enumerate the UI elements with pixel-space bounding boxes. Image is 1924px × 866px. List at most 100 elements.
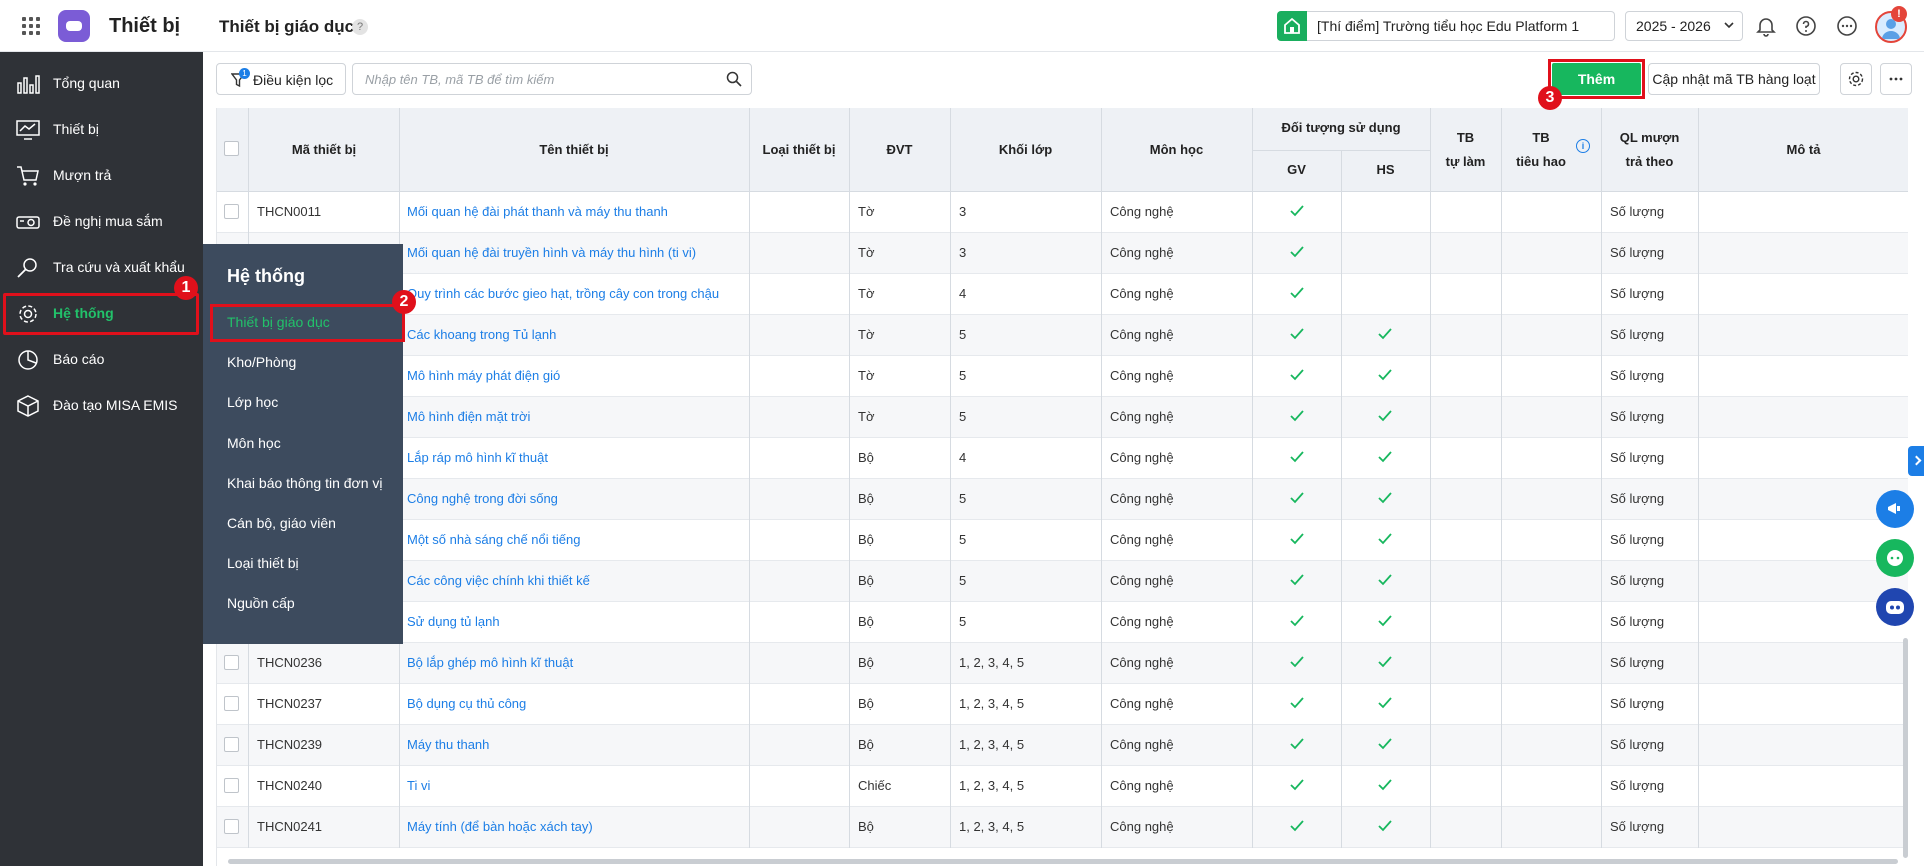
- page-help-icon[interactable]: ?: [352, 19, 368, 35]
- table-row[interactable]: THCN0241 Máy tính (để bàn hoặc xách tay) B…: [217, 807, 1908, 848]
- row-checkbox[interactable]: [224, 737, 239, 752]
- flyout-item-device-type[interactable]: Loại thiết bị: [227, 555, 299, 571]
- search-icon[interactable]: [726, 71, 742, 87]
- sidebar-item-lookup-export[interactable]: Tra cứu và xuất khẩu: [0, 245, 203, 291]
- table-row[interactable]: THCN0239 Máy thu thanh Bộ 1, 2, 3, 4, 5 Công…: [217, 725, 1908, 766]
- year-selector[interactable]: 2025 - 2026: [1625, 11, 1743, 41]
- bulk-update-button[interactable]: Cập nhật mã TB hàng loạt: [1648, 63, 1820, 95]
- more-circle-icon[interactable]: [1836, 15, 1858, 37]
- hs-check-icon: [1377, 818, 1393, 837]
- col-unit: ĐVT: [886, 142, 913, 157]
- sidebar-item-purchase-request[interactable]: Đề nghị mua sắm: [0, 199, 203, 245]
- table-row[interactable]: Mô hình máy phát điện gió Tờ 5 Công nghệ Số …: [217, 356, 1908, 397]
- cell-borrow-mode: Số lượng: [1610, 327, 1665, 342]
- horizontal-scrollbar[interactable]: [228, 859, 1898, 864]
- flyout-item-staff[interactable]: Cán bộ, giáo viên: [227, 515, 336, 531]
- sidebar-item-reports[interactable]: Báo cáo: [0, 337, 203, 383]
- cell-name-link[interactable]: Lắp ráp mô hình kĩ thuật: [407, 450, 548, 465]
- cell-name-link[interactable]: Bộ dụng cụ thủ công: [407, 696, 526, 711]
- table-row[interactable]: Mô hình điện mặt trời Tờ 5 Công nghệ Số lượn…: [217, 397, 1908, 438]
- divider: [1698, 108, 1699, 192]
- info-icon[interactable]: i: [1576, 139, 1590, 153]
- flyout-item-class[interactable]: Lớp học: [227, 394, 278, 410]
- table-row[interactable]: Lắp ráp mô hình kĩ thuật Bộ 4 Công nghệ Số l…: [217, 438, 1908, 479]
- cell-name-link[interactable]: Các công việc chính khi thiết kế: [407, 573, 590, 588]
- cell-name-link[interactable]: Mối quan hệ đài phát thanh và máy thu th…: [407, 204, 668, 219]
- table-row[interactable]: Các khoang trong Tủ lạnh Tờ 5 Công nghệ Số l…: [217, 315, 1908, 356]
- flyout-item-education-devices[interactable]: Thiết bị giáo dục: [227, 314, 330, 330]
- school-home-icon[interactable]: [1277, 11, 1307, 41]
- cell-name-link[interactable]: Quy trình các bước gieo hạt, trồng cây c…: [407, 286, 719, 301]
- cell-name-link[interactable]: Các khoang trong Tủ lạnh: [407, 327, 556, 342]
- divider: [1101, 479, 1102, 520]
- divider: [849, 274, 850, 315]
- cell-name-link[interactable]: Mối quan hệ đài truyền hình và máy thu h…: [407, 245, 696, 260]
- table-row[interactable]: THCN0240 Ti vi Chiếc 1, 2, 3, 4, 5 Công nghệ…: [217, 766, 1908, 807]
- vertical-scrollbar[interactable]: [1903, 638, 1908, 858]
- cell-name-link[interactable]: Ti vi: [407, 778, 430, 793]
- cell-borrow-mode: Số lượng: [1610, 532, 1665, 547]
- table-row[interactable]: THCN0237 Bộ dụng cụ thủ công Bộ 1, 2, 3, 4,…: [217, 684, 1908, 725]
- sidebar-item-system[interactable]: Hệ thống: [0, 291, 203, 337]
- assistant-bot-fab[interactable]: [1876, 588, 1914, 626]
- add-button[interactable]: Thêm: [1552, 63, 1641, 95]
- flyout-item-warehouse[interactable]: Kho/Phòng: [227, 354, 296, 370]
- divider: [1341, 479, 1342, 520]
- divider: [248, 192, 249, 233]
- divider: [399, 192, 400, 233]
- cell-name-link[interactable]: Công nghệ trong đời sống: [407, 491, 558, 506]
- row-checkbox[interactable]: [224, 778, 239, 793]
- row-checkbox[interactable]: [224, 819, 239, 834]
- cell-unit: Tờ: [858, 286, 875, 301]
- table-settings-button[interactable]: [1840, 63, 1872, 95]
- divider: [248, 807, 249, 848]
- row-checkbox[interactable]: [224, 655, 239, 670]
- sidebar-item-devices[interactable]: Thiết bị: [0, 107, 203, 153]
- cell-name-link[interactable]: Sử dụng tủ lạnh: [407, 614, 500, 629]
- table-row[interactable]: Quy trình các bước gieo hạt, trồng cây c…: [217, 274, 1908, 315]
- cell-name-link[interactable]: Bộ lắp ghép mô hình kĩ thuật: [407, 655, 573, 670]
- table-row[interactable]: Các công việc chính khi thiết kế Bộ 5 Công …: [217, 561, 1908, 602]
- sidebar-item-training[interactable]: Đào tạo MISA EMIS: [0, 383, 203, 429]
- select-all-checkbox[interactable]: [224, 141, 239, 156]
- more-options-button[interactable]: [1880, 63, 1912, 95]
- support-fab[interactable]: [1876, 490, 1914, 528]
- table-row[interactable]: THCN0236 Bộ lắp ghép mô hình kĩ thuật Bộ 1,…: [217, 643, 1908, 684]
- cell-name-link[interactable]: Mô hình máy phát điện gió: [407, 368, 560, 383]
- divider: [1101, 192, 1102, 233]
- hs-check-icon: [1377, 408, 1393, 427]
- search-input[interactable]: [352, 63, 752, 95]
- divider: [248, 108, 249, 192]
- school-selector[interactable]: [Thí điểm] Trường tiểu học Edu Platform …: [1307, 11, 1615, 41]
- apps-grid-icon[interactable]: [22, 17, 40, 35]
- cell-name-link[interactable]: Máy thu thanh: [407, 737, 489, 752]
- divider: [1252, 807, 1253, 848]
- table-row[interactable]: THCN0011 Mối quan hệ đài phát thanh và má…: [217, 192, 1908, 233]
- table-row[interactable]: Một số nhà sáng chế nổi tiếng Bộ 5 Công ngh…: [217, 520, 1908, 561]
- chat-fab[interactable]: [1876, 539, 1914, 577]
- divider: [1430, 479, 1431, 520]
- divider: [1698, 356, 1699, 397]
- sidebar-item-label: Đề nghị mua sắm: [53, 213, 163, 229]
- cell-name-link[interactable]: Mô hình điện mặt trời: [407, 409, 530, 424]
- row-checkbox[interactable]: [224, 696, 239, 711]
- table-row[interactable]: Công nghệ trong đời sống Bộ 5 Công nghệ Số l…: [217, 479, 1908, 520]
- flyout-item-unit-info[interactable]: Khai báo thông tin đơn vị: [227, 475, 383, 491]
- sidebar-item-borrow[interactable]: Mượn trả: [0, 153, 203, 199]
- sidebar-item-overview[interactable]: Tổng quan: [0, 61, 203, 107]
- bell-icon[interactable]: [1755, 15, 1777, 37]
- divider: [749, 315, 750, 356]
- divider: [1341, 602, 1342, 643]
- divider: [399, 725, 400, 766]
- filter-button[interactable]: 1 Điều kiện lọc: [216, 63, 346, 95]
- table-row[interactable]: Mối quan hệ đài truyền hình và máy thu h…: [217, 233, 1908, 274]
- row-checkbox[interactable]: [224, 204, 239, 219]
- cell-name-link[interactable]: Máy tính (để bàn hoặc xách tay): [407, 819, 593, 834]
- side-panel-toggle[interactable]: [1908, 446, 1924, 476]
- table-row[interactable]: Sử dụng tủ lạnh Bộ 5 Công nghệ Số lượng: [217, 602, 1908, 643]
- help-circle-icon[interactable]: [1795, 15, 1817, 37]
- divider: [849, 192, 850, 233]
- flyout-item-subject[interactable]: Môn học: [227, 435, 281, 451]
- flyout-item-source[interactable]: Nguồn cấp: [227, 595, 295, 611]
- cell-name-link[interactable]: Một số nhà sáng chế nổi tiếng: [407, 532, 580, 547]
